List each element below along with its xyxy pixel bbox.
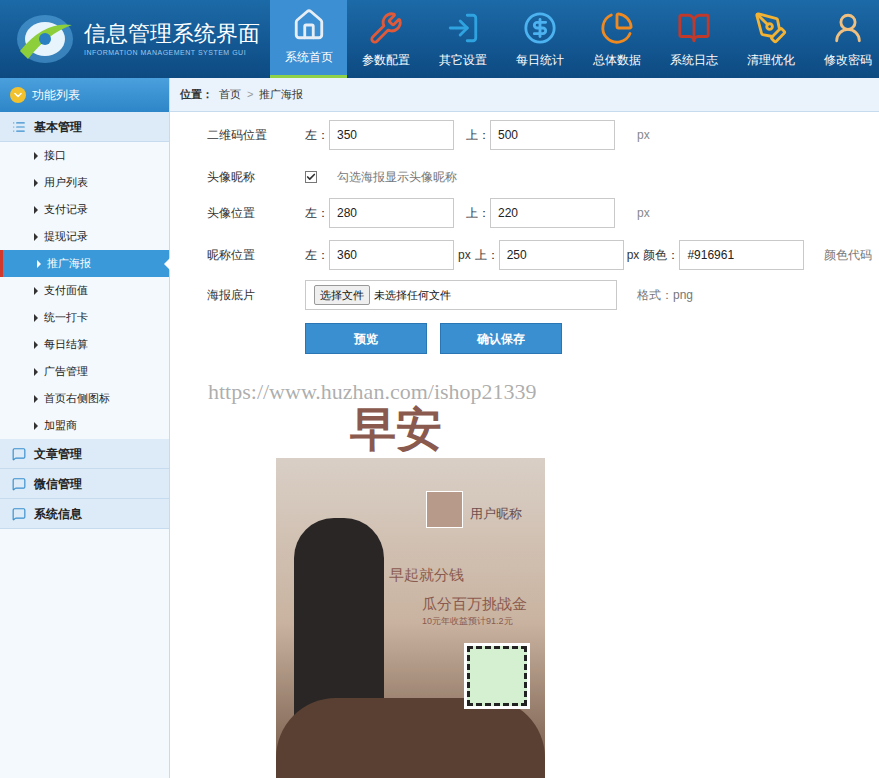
nav-item[interactable]: 系统首页 bbox=[270, 0, 347, 78]
sidebar-title: 功能列表 bbox=[0, 78, 169, 112]
header: 信息管理系统界面INFORMATION MANAGEMENT SYSTEM GU… bbox=[0, 0, 879, 78]
nav-item[interactable]: 总体数据 bbox=[578, 0, 655, 78]
button-row: 预览确认保存 bbox=[305, 323, 879, 354]
field-text: 上： bbox=[475, 246, 499, 264]
qr-left-input[interactable]: 350 bbox=[329, 120, 454, 150]
sidebar-item[interactable]: 每日结算 bbox=[0, 331, 169, 358]
field-text: px bbox=[627, 246, 640, 264]
sidebar-item[interactable]: 广告管理 bbox=[0, 358, 169, 385]
poster-preview: 早安用户昵称早起就分钱瓜分百万挑战金10元年收益预计91.2元 bbox=[276, 376, 545, 778]
sidebar-section: 文章管理 bbox=[0, 439, 169, 469]
section-icon bbox=[12, 477, 26, 491]
field-label: 海报底片 bbox=[207, 286, 305, 304]
sidebar-section: 系统信息 bbox=[0, 499, 169, 529]
nav-item[interactable]: 其它设置 bbox=[424, 0, 501, 78]
field-text: 左： bbox=[305, 204, 329, 222]
nav-item[interactable]: 修改密码 bbox=[809, 0, 879, 78]
poster-line: 10元年收益预计91.2元 bbox=[422, 615, 513, 629]
nick-top-input[interactable]: 250 bbox=[499, 240, 624, 270]
sidebar-section: 基本管理接口用户列表支付记录提现记录推广海报支付面值统一打卡每日结算广告管理首页… bbox=[0, 112, 169, 439]
nav-icon bbox=[600, 11, 634, 45]
sidebar-item[interactable]: 接口 bbox=[0, 142, 169, 169]
nav-bar: 系统首页参数配置其它设置每日统计总体数据系统日志清理优化修改密码 bbox=[270, 0, 879, 78]
field-text: 上： bbox=[466, 126, 490, 144]
field-text: px bbox=[458, 246, 471, 264]
section-icon bbox=[12, 447, 26, 461]
field-text: 勾选海报显示头像昵称 bbox=[337, 168, 457, 186]
section-header[interactable]: 文章管理 bbox=[0, 439, 169, 469]
section-icon bbox=[12, 507, 26, 521]
sidebar-item[interactable]: 支付记录 bbox=[0, 196, 169, 223]
sidebar: 功能列表基本管理接口用户列表支付记录提现记录推广海报支付面值统一打卡每日结算广告… bbox=[0, 78, 170, 778]
form-row: 头像位置左：280 上：220 px bbox=[207, 197, 879, 229]
sidebar-item[interactable]: 首页右侧图标 bbox=[0, 385, 169, 412]
file-input[interactable]: 选择文件未选择任何文件 bbox=[305, 280, 617, 310]
main: 位置：首页>推广海报二维码位置左：350上：500px头像昵称勾选海报显示头像昵… bbox=[170, 78, 879, 778]
watermark: https://www.huzhan.com/ishop21339 bbox=[208, 375, 537, 408]
section-icon bbox=[12, 120, 26, 134]
field-text: 颜色代码 bbox=[824, 246, 872, 264]
form-row: 头像昵称 勾选海报显示头像昵称 bbox=[207, 161, 879, 193]
field-text: px bbox=[637, 126, 650, 144]
form-row: 昵称位置左：360px上：250px颜色：#916961颜色代码 bbox=[207, 239, 879, 271]
check-icon bbox=[306, 172, 316, 182]
sidebar-item[interactable]: 用户列表 bbox=[0, 169, 169, 196]
breadcrumb: 位置：首页>推广海报 bbox=[170, 78, 879, 112]
preview-button[interactable]: 预览 bbox=[305, 323, 427, 354]
form-row: 海报底片选择文件未选择任何文件 格式：png bbox=[207, 279, 879, 311]
poster-line: 瓜分百万挑战金 bbox=[422, 593, 527, 616]
sidebar-section: 微信管理 bbox=[0, 469, 169, 499]
field-label: 头像昵称 bbox=[207, 168, 305, 186]
field-text: px bbox=[637, 204, 650, 222]
field-label: 头像位置 bbox=[207, 204, 305, 222]
section-header[interactable]: 基本管理 bbox=[0, 112, 169, 142]
nick-left-input[interactable]: 360 bbox=[329, 240, 454, 270]
save-button[interactable]: 确认保存 bbox=[440, 323, 562, 354]
poster-photo: 用户昵称早起就分钱瓜分百万挑战金10元年收益预计91.2元 bbox=[276, 458, 545, 778]
field-text: 左： bbox=[305, 126, 329, 144]
sidebar-item[interactable]: 提现记录 bbox=[0, 223, 169, 250]
qr-top-input[interactable]: 500 bbox=[490, 120, 615, 150]
field-text: 格式：png bbox=[637, 286, 693, 304]
poster-line: 早起就分钱 bbox=[389, 564, 464, 587]
sidebar-item[interactable]: 加盟商 bbox=[0, 412, 169, 439]
app-subtitle: INFORMATION MANAGEMENT SYSTEM GUI bbox=[84, 48, 260, 59]
section-header[interactable]: 微信管理 bbox=[0, 469, 169, 499]
field-label: 昵称位置 bbox=[207, 246, 305, 264]
logo-icon bbox=[14, 11, 76, 67]
nav-item[interactable]: 参数配置 bbox=[347, 0, 424, 78]
nav-icon bbox=[369, 11, 403, 45]
chevron-icon bbox=[12, 89, 24, 101]
logo: 信息管理系统界面INFORMATION MANAGEMENT SYSTEM GU… bbox=[0, 0, 270, 78]
section-header[interactable]: 系统信息 bbox=[0, 499, 169, 529]
nav-icon bbox=[446, 11, 480, 45]
sidebar-item[interactable]: 统一打卡 bbox=[0, 304, 169, 331]
field-text: 上： bbox=[466, 204, 490, 222]
nav-icon bbox=[523, 11, 557, 45]
field-text: 颜色： bbox=[643, 246, 679, 264]
nick-color-input[interactable]: #916961 bbox=[679, 240, 804, 270]
app-title: 信息管理系统界面 bbox=[84, 20, 260, 48]
nav-item[interactable]: 系统日志 bbox=[655, 0, 732, 78]
avatar-checkbox[interactable] bbox=[305, 171, 317, 183]
field-label: 二维码位置 bbox=[207, 126, 305, 144]
nav-icon bbox=[754, 11, 788, 45]
form-row: 二维码位置左：350 上：500 px bbox=[207, 119, 879, 151]
poster-nickname: 用户昵称 bbox=[470, 504, 522, 524]
nav-item[interactable]: 清理优化 bbox=[732, 0, 809, 78]
field-text: 左： bbox=[305, 246, 329, 264]
avatar-top-input[interactable]: 220 bbox=[490, 198, 615, 228]
avatar bbox=[426, 491, 463, 528]
sidebar-item[interactable]: 支付面值 bbox=[0, 277, 169, 304]
nav-icon bbox=[292, 8, 326, 42]
qr-code bbox=[464, 643, 530, 709]
nav-item[interactable]: 每日统计 bbox=[501, 0, 578, 78]
nav-icon bbox=[831, 11, 865, 45]
sidebar-item[interactable]: 推广海报 bbox=[0, 250, 169, 277]
nav-icon bbox=[677, 11, 711, 45]
avatar-left-input[interactable]: 280 bbox=[329, 198, 454, 228]
form: 二维码位置左：350上：500px头像昵称勾选海报显示头像昵称头像位置左：280… bbox=[170, 112, 879, 354]
